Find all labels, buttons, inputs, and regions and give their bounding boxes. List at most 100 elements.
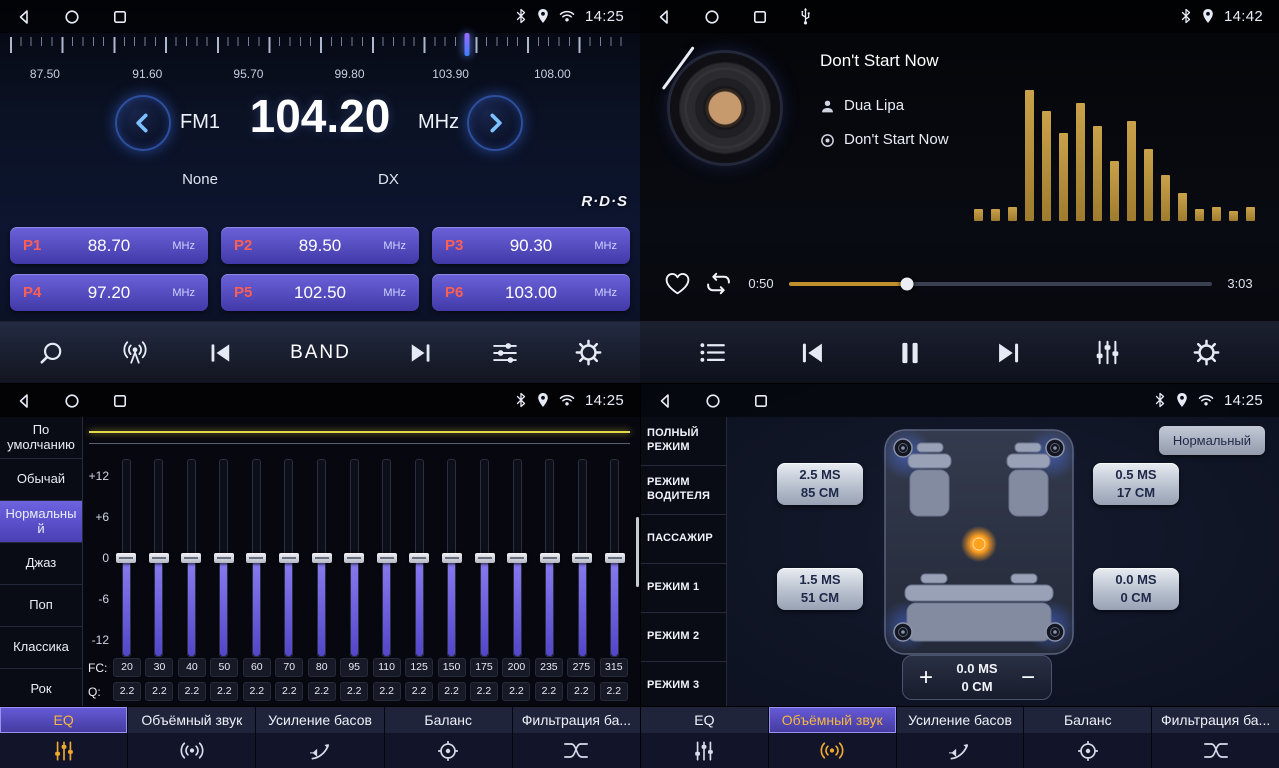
eq-slider-handle[interactable] bbox=[377, 553, 397, 563]
pause-button[interactable] bbox=[893, 335, 927, 371]
band-button[interactable]: BAND bbox=[286, 339, 355, 366]
eq-slider-track[interactable] bbox=[610, 459, 619, 657]
recents-icon[interactable] bbox=[112, 393, 128, 409]
preset-button-2[interactable]: P289.50MHz bbox=[221, 227, 419, 264]
eq-slider-handle[interactable] bbox=[116, 553, 136, 563]
home-icon[interactable] bbox=[64, 9, 80, 25]
sound-preset-button[interactable]: Нормальный bbox=[1159, 426, 1265, 455]
settings-gear-icon[interactable] bbox=[571, 335, 606, 370]
repeat-button[interactable] bbox=[704, 272, 733, 295]
eq-slider-handle[interactable] bbox=[344, 553, 364, 563]
mode-driver[interactable]: РЕЖИМ ВОДИТЕЛЯ bbox=[641, 466, 726, 515]
back-icon[interactable] bbox=[657, 393, 673, 409]
eq-band-slider[interactable] bbox=[569, 459, 595, 655]
eq-slider-handle[interactable] bbox=[409, 553, 429, 563]
eq-slider-track[interactable] bbox=[545, 459, 554, 657]
mode-full[interactable]: ПОЛНЫЙ РЕЖИМ bbox=[641, 417, 726, 466]
eq-band-slider[interactable] bbox=[602, 459, 628, 655]
eq-slider-track[interactable] bbox=[415, 459, 424, 657]
preset-button-5[interactable]: P5102.50MHz bbox=[221, 274, 419, 311]
eq-preset-jazz[interactable]: Джаз bbox=[0, 543, 82, 585]
eq-band-slider[interactable] bbox=[439, 459, 465, 655]
eq-slider-handle[interactable] bbox=[246, 553, 266, 563]
eq-slider-handle[interactable] bbox=[149, 553, 169, 563]
mode-2[interactable]: РЕЖИМ 2 bbox=[641, 613, 726, 662]
tab-balance[interactable]: Баланс bbox=[385, 707, 513, 768]
eq-slider-track[interactable] bbox=[187, 459, 196, 657]
next-track-button[interactable] bbox=[991, 336, 1027, 370]
recents-icon[interactable] bbox=[112, 9, 128, 25]
tab-eq[interactable]: EQ bbox=[641, 707, 769, 768]
eq-preset-rock[interactable]: Рок bbox=[0, 669, 82, 706]
eq-slider-handle[interactable] bbox=[540, 553, 560, 563]
eq-slider-track[interactable] bbox=[284, 459, 293, 657]
eq-slider-handle[interactable] bbox=[442, 553, 462, 563]
preset-button-1[interactable]: P188.70MHz bbox=[10, 227, 208, 264]
eq-band-slider[interactable] bbox=[406, 459, 432, 655]
tab-bass-boost[interactable]: Усиление басов bbox=[897, 707, 1025, 768]
eq-band-slider[interactable] bbox=[309, 459, 335, 655]
broadcast-tower-icon[interactable] bbox=[117, 336, 153, 370]
eq-preset-default[interactable]: По умолчанию bbox=[0, 417, 82, 459]
eq-slider-track[interactable] bbox=[578, 459, 587, 657]
eq-slider-handle[interactable] bbox=[312, 553, 332, 563]
eq-band-slider[interactable] bbox=[374, 459, 400, 655]
eq-slider-track[interactable] bbox=[513, 459, 522, 657]
eq-band-slider[interactable] bbox=[341, 459, 367, 655]
mode-3[interactable]: РЕЖИМ 3 bbox=[641, 662, 726, 706]
delay-increase-button[interactable]: + bbox=[911, 666, 941, 690]
mode-1[interactable]: РЕЖИМ 1 bbox=[641, 564, 726, 613]
delay-rear-right-button[interactable]: 0.0 MS0 CM bbox=[1093, 568, 1179, 610]
previous-track-button[interactable] bbox=[794, 336, 830, 370]
eq-slider-handle[interactable] bbox=[605, 553, 625, 563]
eq-slider-handle[interactable] bbox=[572, 553, 592, 563]
eq-slider-track[interactable] bbox=[382, 459, 391, 657]
delay-front-right-button[interactable]: 0.5 MS17 CM bbox=[1093, 463, 1179, 505]
favorite-heart-button[interactable] bbox=[664, 271, 691, 296]
eq-slider-handle[interactable] bbox=[181, 553, 201, 563]
eq-slider-handle[interactable] bbox=[279, 553, 299, 563]
home-icon[interactable] bbox=[704, 9, 720, 25]
back-icon[interactable] bbox=[656, 9, 672, 25]
eq-preset-pop[interactable]: Поп bbox=[0, 585, 82, 627]
tab-bass-boost[interactable]: Усиление басов bbox=[256, 707, 384, 768]
tab-surround-sound[interactable]: Объёмный звук bbox=[769, 707, 897, 768]
preset-button-4[interactable]: P497.20MHz bbox=[10, 274, 208, 311]
eq-slider-track[interactable] bbox=[350, 459, 359, 657]
tab-filter[interactable]: Фильтрация ба... bbox=[1152, 707, 1279, 768]
delay-front-left-button[interactable]: 2.5 MS85 CM bbox=[777, 463, 863, 505]
tab-surround-sound[interactable]: Объёмный звук bbox=[128, 707, 256, 768]
eq-slider-handle[interactable] bbox=[475, 553, 495, 563]
mixer-sliders-icon[interactable] bbox=[1090, 335, 1125, 370]
eq-band-slider[interactable] bbox=[243, 459, 269, 655]
eq-slider-track[interactable] bbox=[447, 459, 456, 657]
eq-band-slider[interactable] bbox=[504, 459, 530, 655]
eq-preset-custom[interactable]: Обычай bbox=[0, 459, 82, 501]
eq-slider-handle[interactable] bbox=[507, 553, 527, 563]
eq-slider-track[interactable] bbox=[317, 459, 326, 657]
settings-gear-icon[interactable] bbox=[1189, 335, 1224, 370]
home-icon[interactable] bbox=[64, 393, 80, 409]
progress-bar[interactable] bbox=[789, 282, 1212, 286]
tune-down-button[interactable] bbox=[115, 95, 171, 151]
eq-slider-track[interactable] bbox=[252, 459, 261, 657]
eq-slider-handle[interactable] bbox=[214, 553, 234, 563]
recents-icon[interactable] bbox=[752, 9, 768, 25]
eq-band-slider[interactable] bbox=[146, 459, 172, 655]
previous-station-button[interactable] bbox=[203, 337, 237, 369]
eq-band-slider[interactable] bbox=[211, 459, 237, 655]
preset-button-3[interactable]: P390.30MHz bbox=[432, 227, 630, 264]
back-icon[interactable] bbox=[16, 393, 32, 409]
eq-band-slider[interactable] bbox=[276, 459, 302, 655]
home-icon[interactable] bbox=[705, 393, 721, 409]
eq-preset-classic[interactable]: Классика bbox=[0, 627, 82, 669]
next-station-button[interactable] bbox=[404, 337, 438, 369]
eq-scrollbar[interactable] bbox=[636, 517, 639, 587]
delay-decrease-button[interactable]: − bbox=[1013, 666, 1043, 690]
eq-preset-normal[interactable]: Нормальный bbox=[0, 501, 82, 543]
playlist-button[interactable] bbox=[695, 337, 730, 368]
eq-slider-track[interactable] bbox=[122, 459, 131, 657]
scan-button[interactable] bbox=[34, 336, 68, 370]
eq-band-slider[interactable] bbox=[178, 459, 204, 655]
tune-sliders-icon[interactable] bbox=[488, 337, 522, 369]
